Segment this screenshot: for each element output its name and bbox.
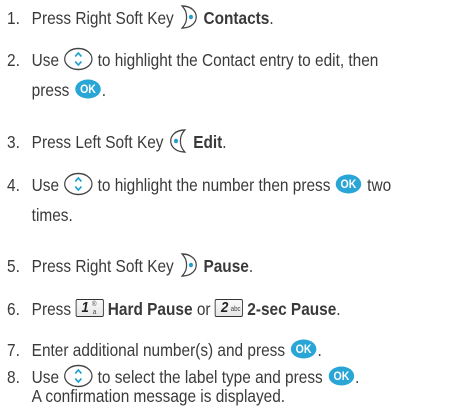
left-soft-key-icon xyxy=(168,128,189,154)
instruction-steps: 1. Press Right Soft Key Contacts. 2. Use… xyxy=(0,0,476,409)
svg-text:OK: OK xyxy=(333,371,350,384)
ok-key-icon: OK xyxy=(335,173,363,195)
step-number: 3. xyxy=(7,132,20,152)
svg-text:OK: OK xyxy=(341,179,358,192)
menu-label: Pause xyxy=(203,256,249,276)
right-soft-key-icon xyxy=(178,252,199,278)
step-text: Press Right Soft Key xyxy=(31,8,174,28)
menu-label: Edit xyxy=(193,132,223,152)
menu-label: Contacts xyxy=(203,8,270,28)
step-number: 6. xyxy=(7,299,20,319)
step-number: 5. xyxy=(7,256,20,276)
ok-key-icon: OK xyxy=(74,78,102,100)
navigation-key-icon xyxy=(63,364,93,388)
step-number: 2. xyxy=(7,50,20,70)
svg-text:OK: OK xyxy=(296,344,313,357)
ok-key-icon: OK xyxy=(289,338,317,360)
option-label: Hard Pause xyxy=(107,299,193,319)
step-number: 1. xyxy=(7,8,20,28)
right-soft-key-icon xyxy=(178,4,199,30)
navigation-key-icon xyxy=(63,172,93,196)
number-key-2-icon: 2 abc xyxy=(214,299,243,318)
navigation-key-icon xyxy=(63,47,93,71)
ok-key-icon: OK xyxy=(327,365,355,387)
step-number: 4. xyxy=(7,175,20,195)
number-key-1-icon: 1 ® a xyxy=(75,299,104,318)
step-number: 7. xyxy=(7,340,20,360)
option-label: 2-sec Pause xyxy=(247,299,337,319)
svg-text:OK: OK xyxy=(80,84,97,97)
step-number: 8. xyxy=(7,367,20,387)
